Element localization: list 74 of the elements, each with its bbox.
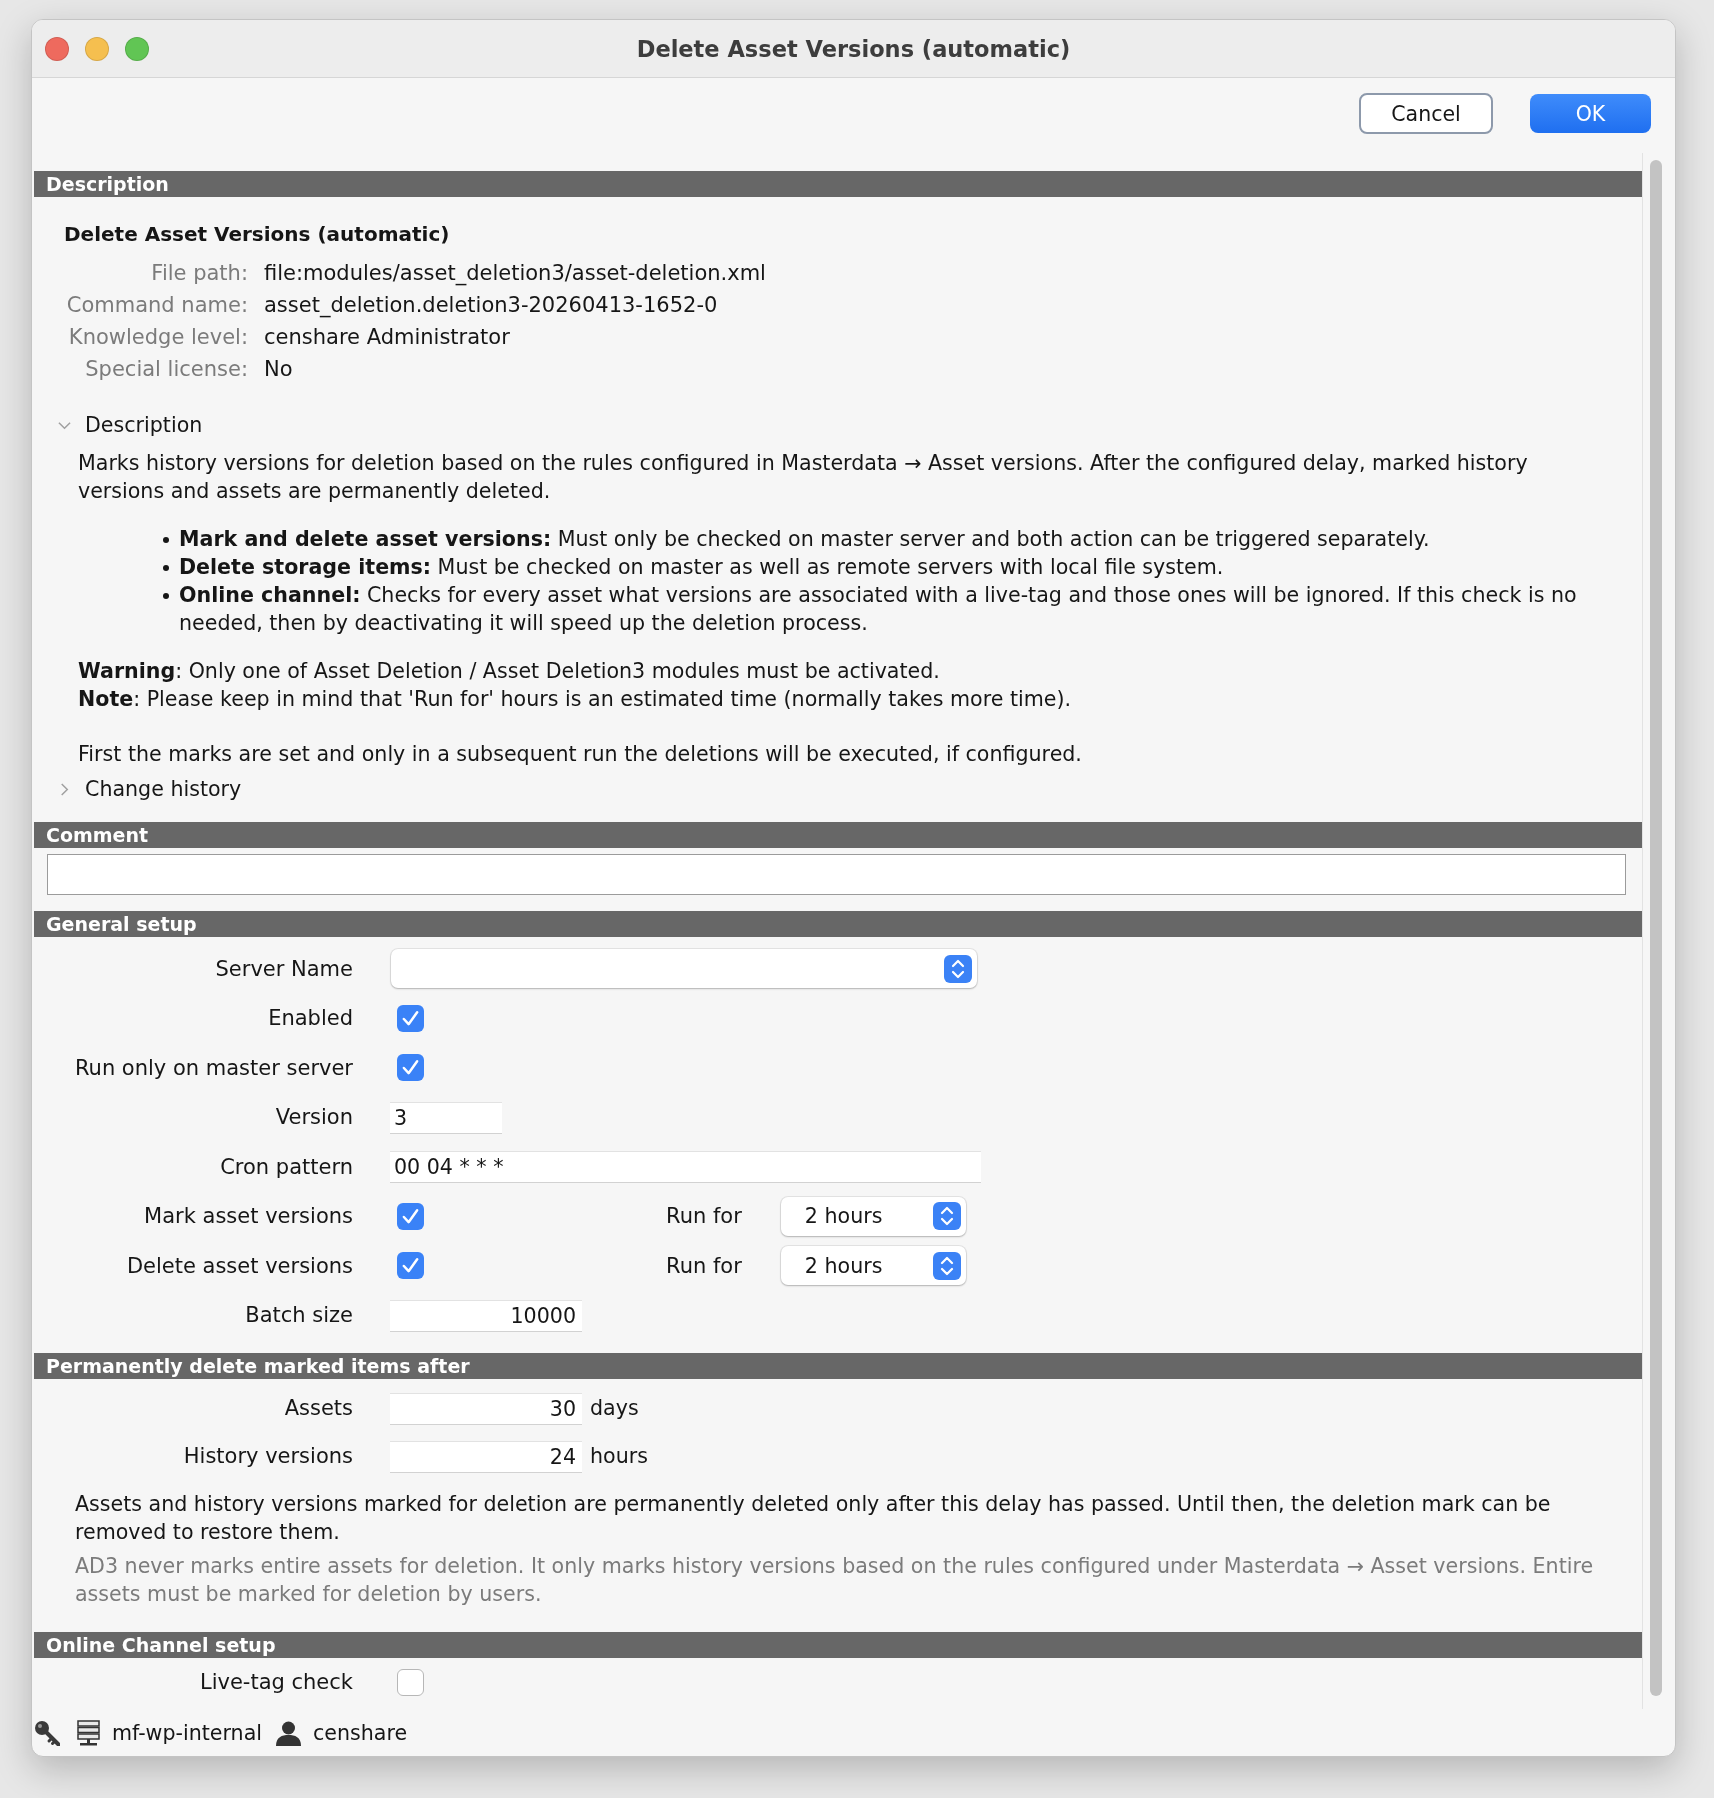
text-field[interactable]: 00 04 * * * (390, 1151, 981, 1183)
property-label: Special license: (84, 356, 248, 383)
field-label: Run for (666, 1253, 742, 1278)
section-header: General setup (34, 911, 1642, 937)
stepper-icon (944, 954, 972, 983)
property-value: asset_deletion.deletion3-20260413-1652-0 (264, 292, 719, 320)
field-label: Delete asset versions (125, 1253, 353, 1278)
minimize-button[interactable] (85, 36, 109, 61)
stepper-icon (932, 1202, 961, 1231)
field-label: Server Name (214, 956, 353, 981)
bullet-text: Online channel: Checks for every asset what versions are associated with a live-tag and those ones will be ignored. If this check is no needed, then by deactivating it will speed up the deletion process. (179, 582, 1578, 637)
unit-label: hours (590, 1444, 648, 1468)
property-value: No (264, 356, 294, 383)
field-label: Batch size (244, 1303, 353, 1328)
field-label: Enabled (267, 1006, 353, 1031)
bullet-text: Delete storage items: Must be checked on master as well as remote servers with local file system. (179, 554, 1225, 581)
comment-field[interactable] (47, 854, 1626, 895)
hint-paragraph: AD3 never marks entire assets for deletion. It only marks history versions based on the rules configured under Masterdata → Asset versions. Entire assets must be marked for deletion by users. (75, 1553, 1595, 1608)
select-field[interactable]: 2 hours (780, 1246, 966, 1286)
cancel-button[interactable]: Cancel (1359, 93, 1493, 134)
field-label: Live-tag check (198, 1670, 353, 1694)
select-field[interactable]: 2 hours (780, 1196, 966, 1236)
close-button[interactable] (45, 36, 69, 61)
number-field[interactable]: 10000 (390, 1299, 582, 1331)
checkmark-icon (401, 1206, 420, 1226)
property-label: Command name: (65, 292, 248, 319)
section-header: Description (34, 171, 1642, 197)
server-name: mf-wp-internal (112, 1720, 262, 1745)
checkbox[interactable] (397, 1668, 424, 1696)
property-value: file:modules/asset_deletion3/asset-deletion.xml (264, 260, 766, 288)
note-text: Note: Please keep in mind that 'Run for' hours is an estimated time (normally takes more time). (78, 686, 1073, 713)
section-header: Comment (34, 822, 1642, 848)
unit-label: days (590, 1396, 639, 1420)
property-label: Knowledge level: (67, 324, 248, 351)
number-field[interactable]: 30 (390, 1392, 582, 1424)
field-label: Run for (666, 1204, 742, 1229)
field-label: Assets (283, 1396, 353, 1420)
field-label: Cron pattern (219, 1154, 353, 1179)
property-label: File path: (150, 260, 248, 287)
note-text: Warning: Only one of Asset Deletion / Asset Deletion3 modules must be activated. (78, 658, 941, 685)
user-name: censhare (313, 1720, 408, 1745)
field-label: History versions (182, 1444, 353, 1468)
info-paragraph: Assets and history versions marked for deletion are permanently deleted only after this delay has passed. Until then, the deletion mark can be removed to restore them. (75, 1491, 1552, 1546)
text-field[interactable]: 3 (390, 1101, 502, 1133)
disclosure-toggle[interactable]: Description (34, 411, 203, 439)
property-value: censhare Administrator (264, 324, 511, 351)
field-label: Run only on master server (73, 1055, 353, 1080)
window-title: Delete Asset Versions (automatic) (636, 35, 1071, 62)
checkbox[interactable] (397, 1202, 424, 1230)
select-field[interactable] (391, 949, 977, 989)
stepper-icon (932, 1251, 961, 1280)
bullet-icon (163, 537, 169, 543)
description-paragraph: First the marks are set and only in a subsequent run the deletions will be executed, if configured. (78, 741, 1083, 768)
checkmark-icon (401, 1008, 420, 1028)
section-header: Permanently delete marked items after (34, 1353, 1642, 1379)
scrollbar-thumb[interactable] (1650, 160, 1662, 1696)
server-icon (77, 1719, 100, 1746)
disclosure-toggle[interactable]: Change history (34, 775, 242, 803)
key-icon (34, 1719, 60, 1746)
field-label: Version (274, 1105, 353, 1130)
command-title: Delete Asset Versions (automatic) (64, 221, 451, 248)
bullet-icon (163, 565, 169, 571)
person-icon (275, 1719, 302, 1746)
number-field[interactable]: 24 (390, 1440, 582, 1472)
checkbox[interactable] (397, 1054, 424, 1082)
ok-button[interactable]: OK (1530, 94, 1651, 133)
bullet-icon (163, 593, 169, 599)
zoom-button[interactable] (125, 36, 149, 61)
checkbox[interactable] (397, 1004, 424, 1032)
field-label: Mark asset versions (143, 1204, 353, 1229)
bullet-text: Mark and delete asset versions: Must only be checked on master server and both action can be triggered separately. (179, 526, 1431, 553)
checkbox[interactable] (397, 1252, 424, 1280)
description-paragraph: Marks history versions for deletion based on the rules configured in Masterdata → Asset versions. After the configured delay, marked history versions and assets are permanently deleted. (78, 450, 1529, 505)
section-header: Online Channel setup (34, 1632, 1642, 1658)
